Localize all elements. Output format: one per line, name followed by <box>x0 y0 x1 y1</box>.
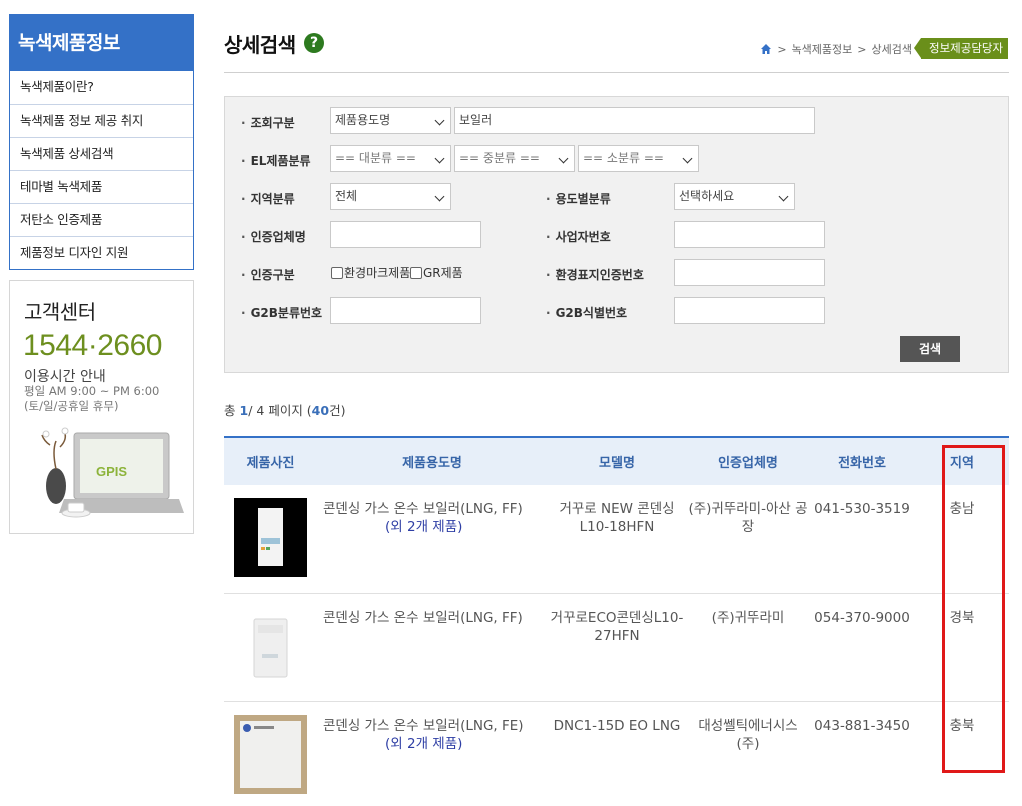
product-name-cell[interactable]: 콘덴싱 가스 온수 보일러(LNG, FF) (외 2개 제품) <box>317 485 547 594</box>
g2b-id-input[interactable] <box>674 297 825 324</box>
sidebar-title: 녹색제품정보 <box>9 14 194 71</box>
product-name[interactable]: 콘덴싱 가스 온수 보일러(LNG, FF) <box>323 501 523 517</box>
gr-checkbox[interactable]: GR제품 <box>410 264 463 281</box>
phone-cell: 043-881-3450 <box>809 701 915 806</box>
biz-number-input[interactable] <box>674 221 825 248</box>
breadcrumb: > 녹색제품정보 > 상세검색 <box>760 41 912 57</box>
product-photo-cell[interactable] <box>224 593 317 702</box>
query-text-input[interactable]: 보일러 <box>454 107 815 134</box>
product-name-cell[interactable]: 콘덴싱 가스 온수 보일러(LNG, FE) (외 2개 제품) <box>317 701 547 806</box>
col-header-name: 제품용도명 <box>317 436 547 485</box>
sidebar-item-design-support[interactable]: 제품정보 디자인 지원 <box>10 236 193 269</box>
region-label: 지역분류 <box>241 190 295 207</box>
query-type-select[interactable]: 제품용도명 <box>330 107 451 134</box>
product-name[interactable]: 콘덴싱 가스 온수 보일러(LNG, FE) <box>323 718 524 734</box>
product-photo-cell[interactable] <box>224 701 317 806</box>
hours-text: 평일 AM 9:00 ~ PM 6:00 (토/일/공휴일 휴무) <box>24 384 160 413</box>
sidebar: 녹색제품정보 녹색제품이란? 녹색제품 정보 제공 취지 녹색제품 상세검색 테… <box>9 14 194 270</box>
manager-badge[interactable]: 정보제공담당자 <box>913 38 1009 59</box>
breadcrumb-sep: > <box>857 42 867 56</box>
el-class-label: EL제품분류 <box>241 152 311 169</box>
col-header-phone: 전화번호 <box>809 436 915 485</box>
eco-mark-checkbox[interactable]: 환경마크제품 <box>331 264 410 281</box>
breadcrumb-sep: > <box>777 42 787 56</box>
title-divider <box>224 72 1009 73</box>
laptop-illustration: GPIS <box>41 427 184 518</box>
table-row[interactable]: 콘덴싱 가스 온수 보일러(LNG, FE) (외 2개 제품) DNC1-15… <box>224 701 1009 806</box>
company-cell: (주)귀뚜라미 <box>687 593 809 702</box>
product-name-cell[interactable]: 콘덴싱 가스 온수 보일러(LNG, FF) <box>317 593 547 702</box>
help-icon[interactable]: ? <box>304 33 324 53</box>
col-header-model: 모델명 <box>547 436 687 485</box>
search-panel: 조회구분 제품용도명 보일러 EL제품분류 == 대분류 == == 중분류 =… <box>224 96 1009 373</box>
extra-products-link[interactable]: (외 2개 제품) <box>323 735 547 753</box>
sidebar-item-low-carbon[interactable]: 저탄소 인증제품 <box>10 203 193 236</box>
product-thumbnail[interactable] <box>234 714 307 794</box>
g2b-class-input[interactable] <box>330 297 481 324</box>
table-header-row: 제품사진 제품용도명 모델명 인증업체명 전화번호 지역 <box>224 436 1009 485</box>
extra-products-link[interactable]: (외 2개 제품) <box>323 518 547 536</box>
model-cell: 거꾸로ECO콘덴싱L10-27HFN <box>547 593 687 702</box>
col-header-company: 인증업체명 <box>687 436 809 485</box>
cert-type-label: 인증구분 <box>241 266 295 283</box>
checkbox-box[interactable] <box>410 266 422 279</box>
product-thumbnail[interactable] <box>234 606 307 686</box>
table-row[interactable]: 콘덴싱 가스 온수 보일러(LNG, FF) (외 2개 제품) 거꾸로 NEW… <box>224 485 1009 594</box>
product-name[interactable]: 콘덴싱 가스 온수 보일러(LNG, FF) <box>323 610 523 626</box>
sidebar-item-theme[interactable]: 테마별 녹색제품 <box>10 170 193 203</box>
customer-center-phone: 1544·2660 <box>23 329 162 362</box>
col-header-photo: 제품사진 <box>224 436 317 485</box>
eco-cert-number-label: 환경표지인증번호 <box>546 266 644 283</box>
company-cell: 대성쎌틱에너시스 (주) <box>687 701 809 806</box>
eco-cert-number-input[interactable] <box>674 259 825 286</box>
usage-select[interactable]: 선택하세요 <box>674 183 795 210</box>
model-cell: DNC1-15D EO LNG <box>547 701 687 806</box>
model-cell: 거꾸로 NEW 콘덴싱 L10-18HFN <box>547 485 687 594</box>
customer-center: 고객센터 1544·2660 이용시간 안내 평일 AM 9:00 ~ PM 6… <box>9 280 194 534</box>
page-title: 상세검색 <box>224 33 296 57</box>
current-page: 1 <box>239 403 249 418</box>
company-cell: (주)귀뚜라미-아산 공장 <box>687 485 809 594</box>
product-photo-cell[interactable] <box>224 485 317 594</box>
home-icon[interactable] <box>760 43 772 55</box>
breadcrumb-item-detail-search[interactable]: 상세검색 <box>872 41 912 57</box>
hours-title: 이용시간 안내 <box>24 369 106 385</box>
phone-cell: 054-370-9000 <box>809 593 915 702</box>
sidebar-menu: 녹색제품이란? 녹색제품 정보 제공 취지 녹색제품 상세검색 테마별 녹색제품… <box>9 71 194 270</box>
breadcrumb-item-green-info[interactable]: 녹색제품정보 <box>792 41 853 57</box>
phone-cell: 041-530-3519 <box>809 485 915 594</box>
laptop-logo: GPIS <box>96 464 127 479</box>
region-select[interactable]: 전체 <box>330 183 451 210</box>
results-table: 제품사진 제품용도명 모델명 인증업체명 전화번호 지역 콘덴싱 가스 온수 보… <box>224 436 1009 806</box>
region-column-highlight <box>942 445 1005 773</box>
result-summary: 총 1/ 4 페이지 (40건) <box>224 403 346 418</box>
g2b-class-label: G2B분류번호 <box>241 304 323 321</box>
biz-number-label: 사업자번호 <box>546 228 611 245</box>
query-type-label: 조회구분 <box>241 114 295 131</box>
table-row[interactable]: 콘덴싱 가스 온수 보일러(LNG, FF) 거꾸로ECO콘덴싱L10-27HF… <box>224 593 1009 702</box>
total-count: 40 <box>311 403 330 418</box>
usage-label: 용도별분류 <box>546 190 611 207</box>
sidebar-item-detail-search[interactable]: 녹색제품 상세검색 <box>10 137 193 170</box>
el-small-select[interactable]: == 소분류 == <box>578 145 699 172</box>
checkbox-box[interactable] <box>331 266 343 279</box>
company-input[interactable] <box>330 221 481 248</box>
search-button[interactable]: 검색 <box>900 336 960 362</box>
el-large-select[interactable]: == 대분류 == <box>330 145 451 172</box>
company-label: 인증업체명 <box>241 228 306 245</box>
el-medium-select[interactable]: == 중분류 == <box>454 145 575 172</box>
sidebar-item-about[interactable]: 녹색제품이란? <box>10 71 193 104</box>
product-thumbnail[interactable] <box>234 498 307 577</box>
g2b-id-label: G2B식별번호 <box>546 304 628 321</box>
customer-center-title: 고객센터 <box>24 300 96 324</box>
sidebar-item-purpose[interactable]: 녹색제품 정보 제공 취지 <box>10 104 193 137</box>
